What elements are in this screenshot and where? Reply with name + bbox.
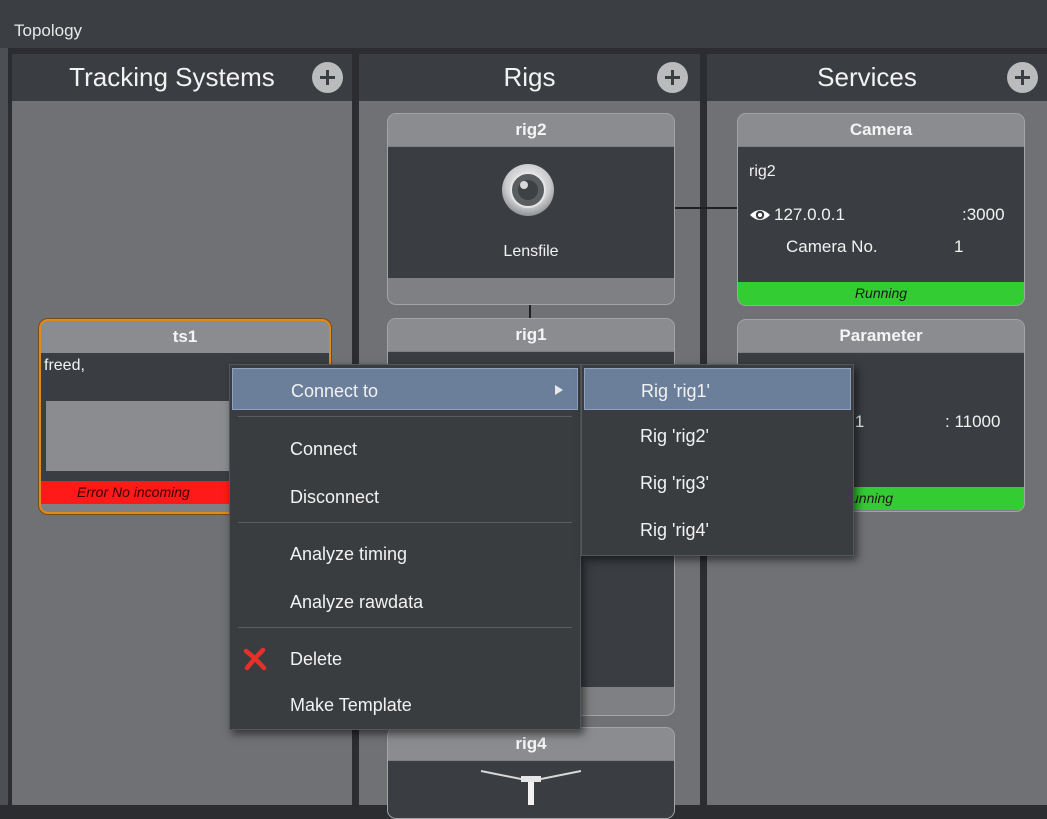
menu-separator	[238, 416, 572, 417]
service-name: Parameter	[738, 320, 1024, 352]
red-x-icon	[242, 646, 268, 672]
menu-item-make-template[interactable]: Make Template	[232, 683, 578, 725]
title-bar: Topology	[0, 0, 1047, 48]
rig-name: rig2	[388, 114, 674, 146]
menu-separator	[238, 522, 572, 523]
rig-name: rig4	[388, 728, 674, 760]
rig-card[interactable]: rig4	[387, 727, 675, 819]
rigs-title: Rigs	[503, 62, 556, 92]
service-port: : 11000	[945, 412, 1001, 431]
rig-card-body	[388, 761, 674, 818]
menu-item-label: Connect to	[291, 381, 379, 401]
camera-number-value: 1	[954, 237, 964, 256]
submenu-item-rig4[interactable]: Rig 'rig4'	[584, 508, 851, 550]
menu-item-disconnect[interactable]: Disconnect	[232, 475, 578, 517]
tracking-systems-title: Tracking Systems	[69, 62, 275, 92]
rigs-header: Rigs	[359, 54, 700, 101]
menu-item-connect-to[interactable]: Connect to	[232, 368, 578, 410]
connection-line-rig2-rig1	[529, 303, 531, 319]
connection-line-rig2-camera	[674, 207, 738, 209]
submenu-item-label: Rig 'rig3'	[640, 473, 709, 493]
services-header: Services	[707, 54, 1047, 101]
frame-edge	[0, 48, 8, 805]
service-status-text: unning	[851, 490, 894, 506]
menu-item-analyze-rawdata[interactable]: Analyze rawdata	[232, 580, 578, 622]
add-service-button[interactable]	[1007, 62, 1038, 93]
context-menu: Connect to Connect Disconnect Analyze ti…	[229, 364, 581, 730]
rig-card-body: Lensfile	[388, 147, 674, 278]
service-card[interactable]: Camera rig2 127.0.0.1 :3000 Camera No. 1…	[737, 113, 1025, 306]
rig-name: rig1	[388, 319, 674, 351]
service-name: Camera	[738, 114, 1024, 146]
tracking-systems-header: Tracking Systems	[12, 54, 352, 101]
add-tracking-system-button[interactable]	[312, 62, 343, 93]
menu-item-delete[interactable]: Delete	[232, 637, 578, 679]
service-ip: 127.0.0.1	[774, 205, 845, 224]
service-card-body: rig2 127.0.0.1 :3000 Camera No. 1	[738, 147, 1024, 282]
menu-item-label: Connect	[290, 439, 358, 459]
submenu-item-rig1[interactable]: Rig 'rig1'	[584, 368, 851, 410]
submenu-item-label: Rig 'rig4'	[640, 520, 709, 540]
service-rig-name: rig2	[749, 163, 776, 180]
menu-item-label: Analyze timing	[290, 544, 408, 564]
rig-crane-icon	[476, 765, 586, 805]
tracking-system-name: ts1	[41, 321, 329, 353]
add-rig-button[interactable]	[657, 62, 688, 93]
connect-to-submenu: Rig 'rig1' Rig 'rig2' Rig 'rig3' Rig 'ri…	[581, 364, 854, 556]
menu-separator	[238, 627, 572, 628]
menu-item-label: Analyze rawdata	[290, 592, 424, 612]
menu-item-connect[interactable]: Connect	[232, 427, 578, 469]
submenu-item-label: Rig 'rig2'	[640, 426, 709, 446]
menu-item-analyze-timing[interactable]: Analyze timing	[232, 532, 578, 574]
menu-item-label: Delete	[290, 649, 343, 669]
camera-number-label: Camera No.	[786, 237, 878, 256]
tracking-system-status-text: Error No incoming	[77, 484, 190, 500]
services-title: Services	[817, 62, 917, 92]
tracking-system-protocol: freed,	[44, 357, 85, 374]
menu-item-label: Make Template	[290, 695, 412, 715]
service-status: Running	[738, 282, 1024, 305]
service-port: :3000	[962, 205, 1005, 224]
submenu-item-label: Rig 'rig1'	[641, 381, 710, 401]
window-title: Topology	[14, 21, 83, 40]
triangle-right-icon	[555, 385, 563, 395]
tracking-system-preview	[46, 401, 246, 471]
rig-card[interactable]: rig2 Lensfile	[387, 113, 675, 305]
submenu-item-rig2[interactable]: Rig 'rig2'	[584, 414, 851, 456]
rig-lensfile-label: Lensfile	[503, 243, 559, 260]
submenu-item-rig3[interactable]: Rig 'rig3'	[584, 461, 851, 503]
lens-icon	[501, 163, 555, 217]
menu-item-label: Disconnect	[290, 487, 380, 507]
eye-icon	[749, 207, 771, 223]
